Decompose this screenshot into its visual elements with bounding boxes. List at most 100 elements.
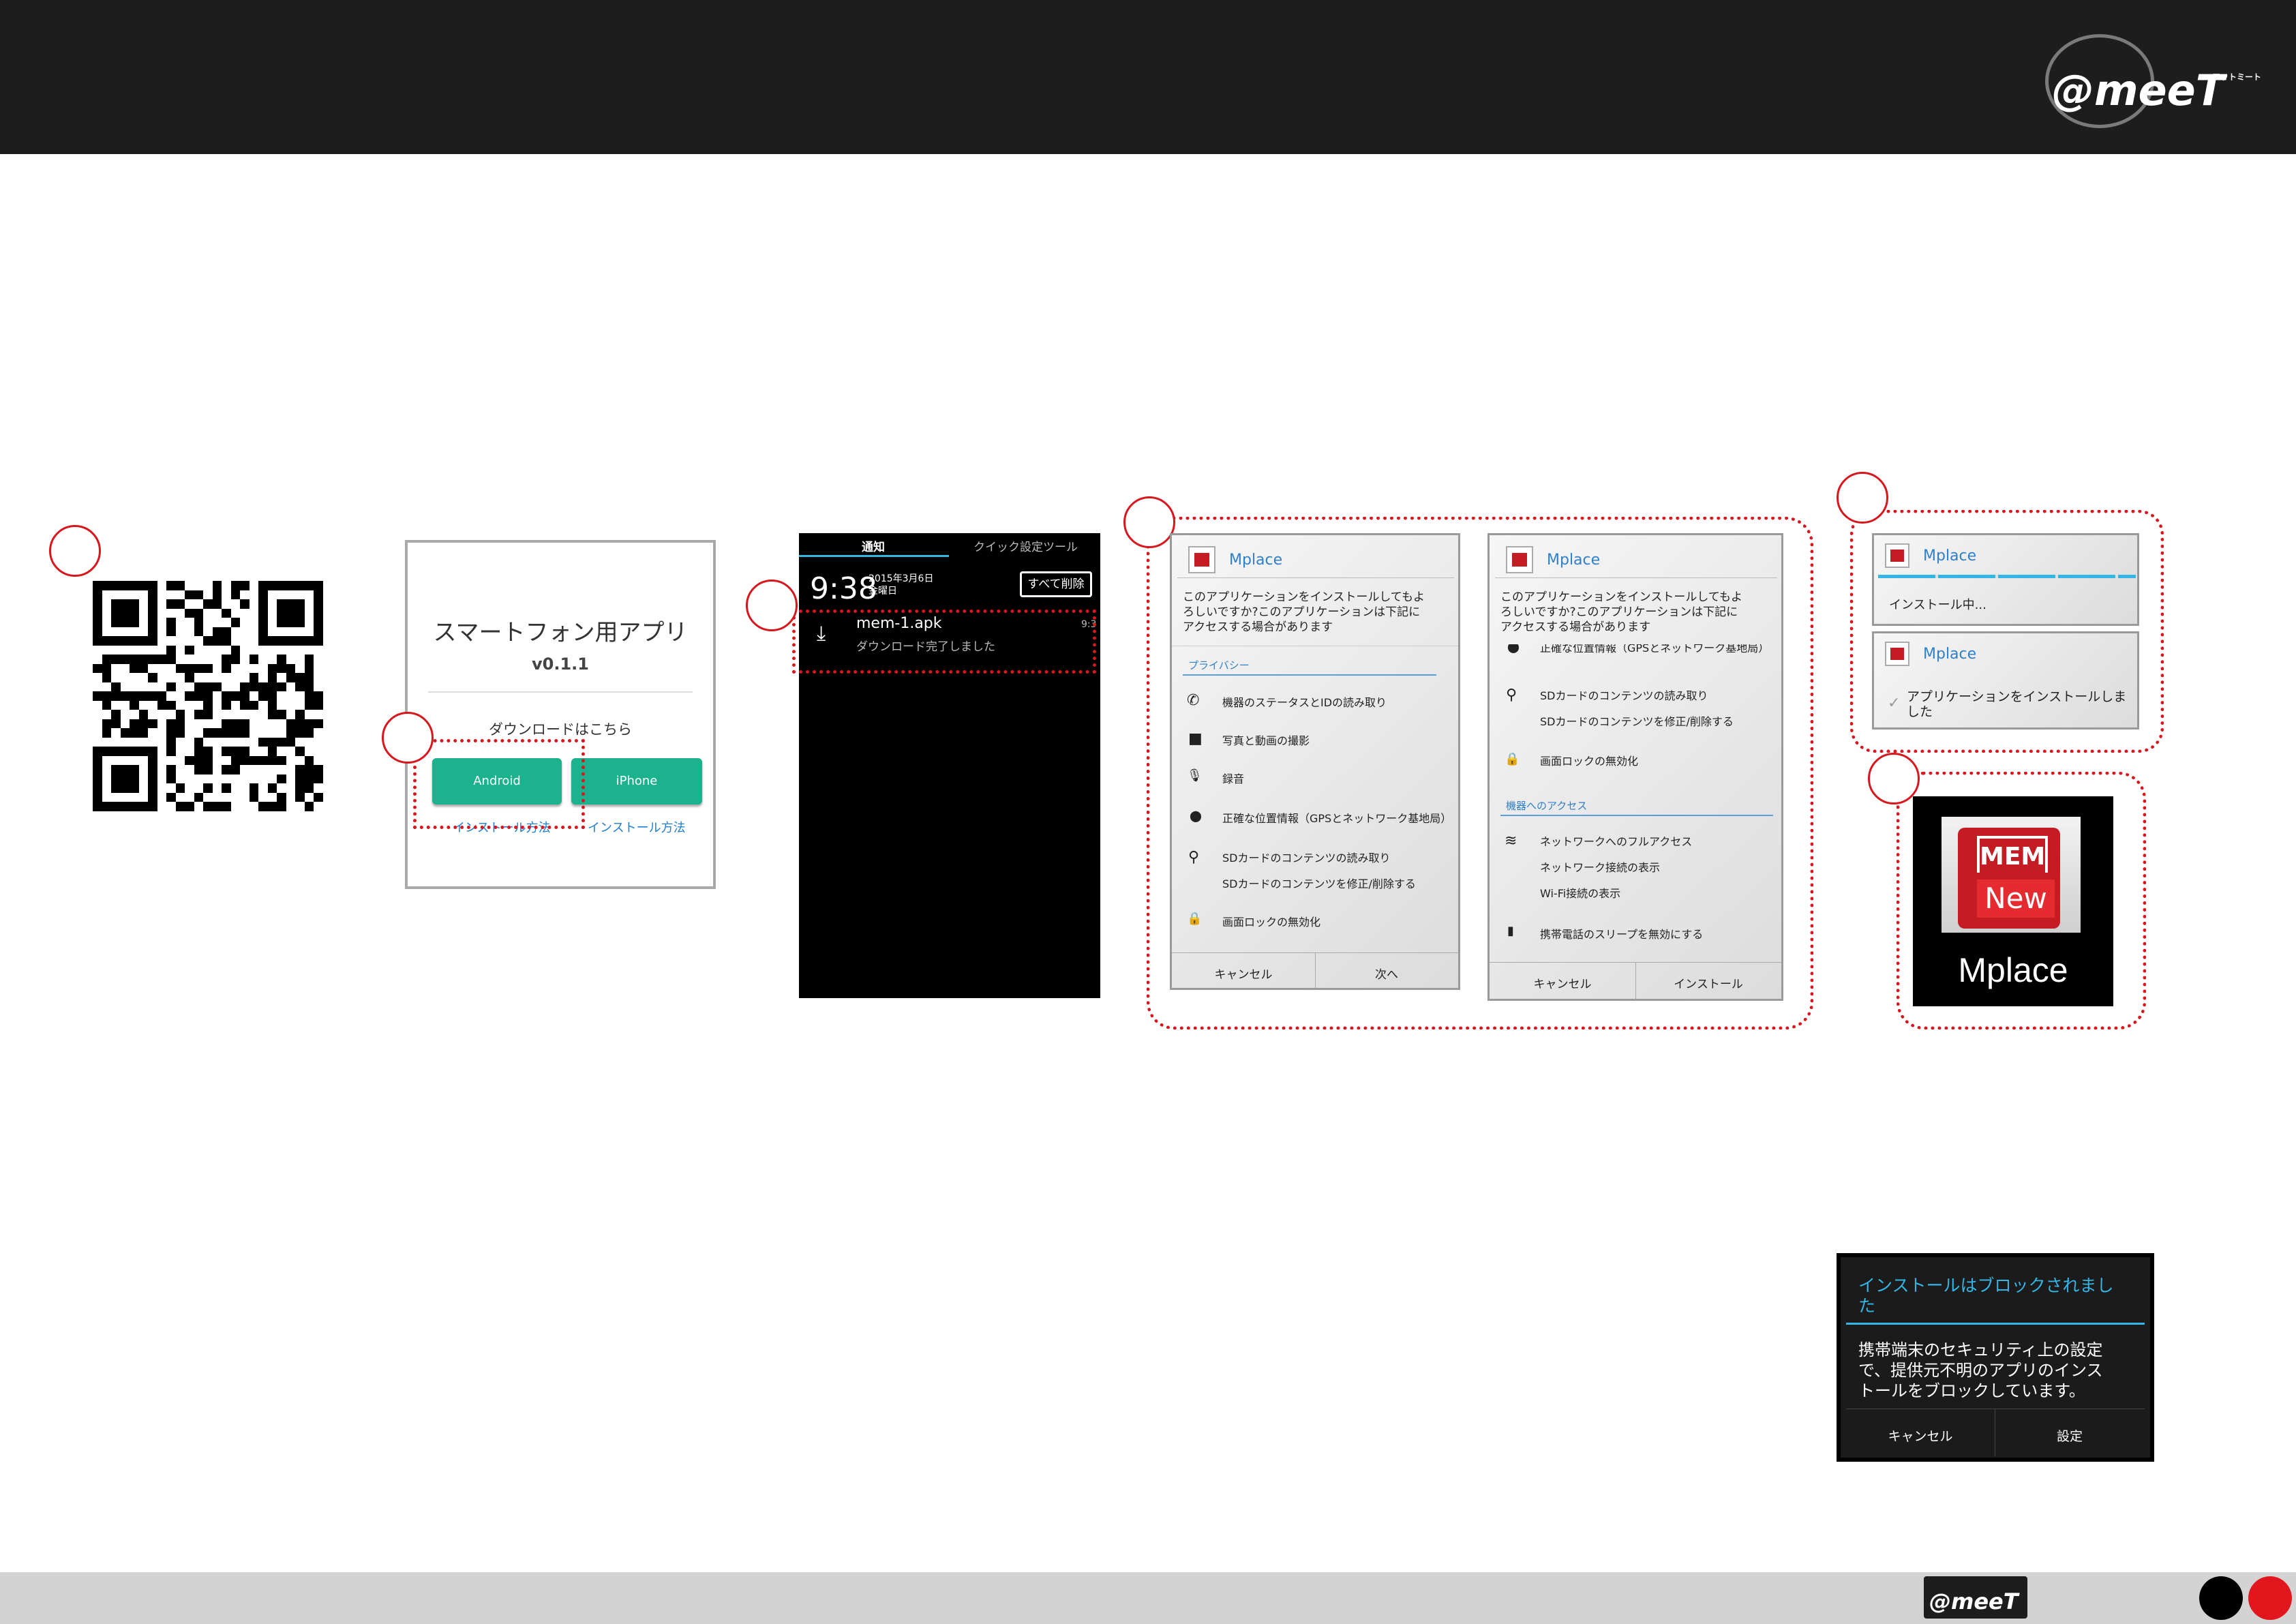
qr-module	[102, 581, 112, 590]
qr-module	[304, 682, 314, 692]
qr-module	[120, 581, 130, 590]
qr-module	[295, 765, 305, 775]
installed-status-line-1: アプリケーションをインストールしま	[1907, 689, 2127, 704]
qr-module	[185, 608, 194, 618]
qr-module	[305, 599, 314, 609]
qr-module	[148, 765, 157, 775]
qr-module	[231, 802, 241, 811]
qr-module	[111, 655, 121, 664]
qr-module	[250, 599, 259, 609]
qr-module	[130, 747, 139, 756]
app-icon-badge-top: MEM	[1977, 836, 2048, 873]
qr-module	[277, 663, 286, 674]
tab-notifications[interactable]: 通知	[862, 537, 885, 554]
qr-module	[230, 645, 241, 655]
qr-module	[305, 627, 314, 637]
brand-logo-kana: アットミート	[2212, 72, 2262, 82]
clock-date: 2015年3月6日	[868, 573, 934, 584]
qr-module	[148, 636, 157, 646]
install-button[interactable]: インストール	[1635, 974, 1781, 991]
qr-module	[111, 646, 121, 655]
qr-module	[185, 599, 194, 609]
qr-module	[277, 655, 286, 664]
qr-module	[230, 581, 241, 590]
qr-module	[93, 590, 102, 600]
qr-module	[277, 728, 286, 738]
qr-module	[102, 618, 112, 627]
qr-module	[222, 747, 231, 756]
qr-module	[139, 682, 149, 692]
cancel-button[interactable]: キャンセル	[1846, 1426, 1995, 1445]
notification-shade-screenshot: 通知 クイック設定ツール 9:38 2015年3月6日 金曜日 すべて削除 ⤓ …	[799, 533, 1100, 998]
qr-module	[295, 636, 305, 646]
clear-all-button[interactable]: すべて削除	[1020, 571, 1092, 597]
qr-module	[240, 590, 250, 600]
qr-module	[185, 775, 194, 784]
qr-module	[185, 655, 194, 664]
qr-module	[157, 581, 167, 590]
cancel-button[interactable]: キャンセル	[1490, 974, 1635, 991]
qr-module	[304, 673, 314, 682]
qr-module	[267, 755, 277, 766]
qr-module	[157, 673, 167, 682]
qr-module	[267, 682, 277, 692]
qr-module	[157, 783, 167, 793]
qr-module	[240, 655, 250, 664]
qr-module	[102, 793, 112, 802]
permission-screen-lock: 画面ロックの無効化	[1540, 755, 1639, 768]
qr-module	[258, 682, 268, 692]
qr-module	[295, 719, 305, 729]
qr-module	[176, 738, 185, 747]
qr-module	[267, 737, 277, 747]
qr-module	[240, 710, 250, 719]
iphone-install-guide-link[interactable]: インストール方法	[588, 818, 686, 836]
qr-module	[268, 599, 277, 609]
qr-module	[231, 682, 241, 692]
qr-module	[176, 756, 185, 766]
qr-module	[157, 682, 167, 692]
qr-module	[305, 590, 314, 600]
qr-module	[93, 783, 102, 793]
qr-module	[120, 783, 130, 793]
iphone-download-button[interactable]: iPhone	[571, 758, 702, 805]
qr-module	[111, 691, 121, 701]
cancel-button[interactable]: キャンセル	[1172, 965, 1315, 982]
qr-module	[102, 728, 112, 738]
next-button[interactable]: 次へ	[1315, 965, 1458, 982]
qr-module	[93, 755, 102, 766]
qr-module	[258, 765, 268, 775]
qr-module	[194, 608, 204, 618]
qr-module	[286, 728, 296, 738]
qr-module	[111, 738, 121, 747]
qr-module	[258, 590, 268, 600]
qr-module	[258, 747, 268, 756]
installed-dialog: Mplace ✓ アプリケーションをインストールしま した	[1872, 631, 2139, 730]
qr-module	[240, 664, 250, 674]
qr-module	[194, 590, 204, 600]
qr-module	[314, 590, 323, 600]
footer-dot-black	[2199, 1576, 2243, 1620]
qr-module	[185, 590, 194, 600]
qr-module	[212, 599, 222, 609]
qr-module	[130, 756, 139, 766]
dialog-header-rule	[1177, 577, 1454, 578]
qr-module	[93, 682, 102, 692]
qr-module	[295, 627, 305, 637]
qr-module	[166, 792, 176, 802]
qr-module	[130, 783, 139, 793]
dialog-app-name: Mplace	[1229, 552, 1283, 569]
permission-record-audio: 録音	[1222, 772, 1245, 785]
tab-quick-settings[interactable]: クイック設定ツール	[973, 537, 1078, 554]
qr-module	[120, 691, 130, 701]
settings-button[interactable]: 設定	[1995, 1426, 2145, 1445]
qr-module	[185, 719, 194, 729]
qr-module	[277, 618, 286, 627]
qr-module	[185, 701, 194, 710]
mplace-app-icon[interactable]: MEM New Mplace	[1913, 796, 2113, 1006]
app-icon-phone-shape: MEM New	[1958, 828, 2060, 929]
qr-module	[203, 700, 213, 710]
qr-module	[222, 673, 231, 682]
qr-module	[314, 646, 323, 655]
qr-module	[102, 719, 112, 729]
qr-module	[166, 645, 176, 655]
